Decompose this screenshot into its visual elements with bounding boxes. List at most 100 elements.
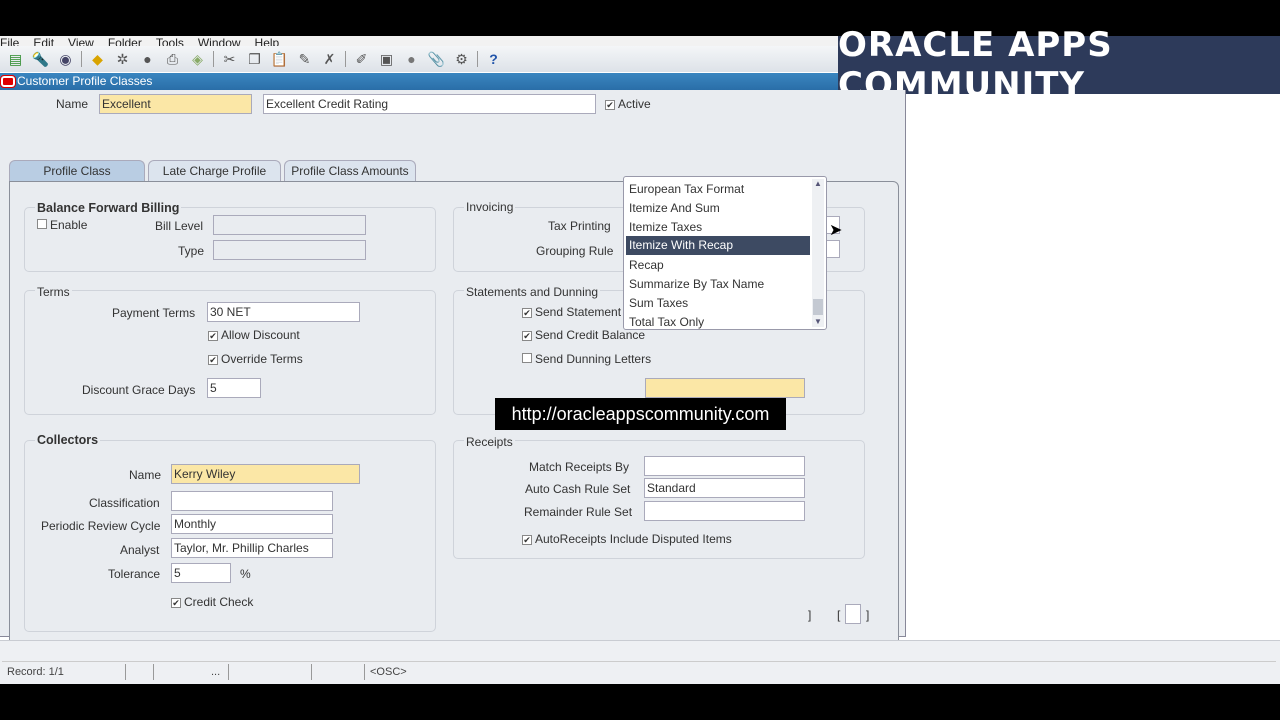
scroll-up-icon[interactable]: ▲ [814,179,822,188]
divider [153,664,154,680]
checkbox-checked-icon: ✔ [208,355,218,365]
divider [311,664,312,680]
tolerance-label: Tolerance [108,567,161,581]
tax-printing-dropdown[interactable]: European Tax Format Itemize And Sum Item… [623,176,827,330]
scrollbar-thumb[interactable] [813,299,823,315]
periodic-review-cycle-label: Periodic Review Cycle [41,519,161,533]
descriptive-flexfield-bracket: [ [837,608,841,622]
scroll-down-icon[interactable]: ▼ [814,317,822,326]
terms-title: Terms [35,285,72,299]
edit-field-icon[interactable]: ✐ [352,50,371,69]
payment-terms-field[interactable]: 30 NET [207,302,360,322]
send-statement-label: Send Statement [535,305,622,319]
copy-icon[interactable]: ❐ [245,50,264,69]
analyst-field[interactable]: Taylor, Mr. Phillip Charles [171,538,333,558]
form-canvas: Name Excellent Excellent Credit Rating ✔… [0,90,906,656]
enable-checkbox[interactable]: Enable [37,218,87,232]
paste-icon[interactable]: 📋 [270,50,289,69]
status-bar: Record: 1/1 ... <OSC> [0,640,1280,684]
menu-window[interactable]: Window [198,36,241,46]
menu-tools[interactable]: Tools [156,36,184,46]
divider [364,664,365,680]
dropdown-option[interactable]: Itemize Taxes [626,218,810,237]
tolerance-field[interactable]: 5 [171,563,231,583]
clear-record-icon[interactable]: ✎ [295,50,314,69]
tab-profile-class[interactable]: Profile Class [9,160,145,183]
tab-profile-class-amounts[interactable]: Profile Class Amounts [284,160,416,182]
menu-file[interactable]: File [0,36,19,46]
record-count: Record: 1/1 [7,666,64,678]
zoom-icon[interactable]: ▣ [377,50,396,69]
separator [213,51,214,67]
remainder-rule-set-field[interactable] [644,501,805,521]
checkbox-checked-icon: ✔ [605,100,615,110]
switch-responsibility-icon[interactable]: ● [138,50,157,69]
collector-name-field[interactable]: Kerry Wiley [171,464,360,484]
delete-record-icon[interactable]: ✗ [320,50,339,69]
percent-label: % [240,567,251,581]
send-dunning-letters-checkbox[interactable]: Send Dunning Letters [522,352,651,366]
bill-level-field[interactable] [213,215,366,235]
name-label: Name [56,97,89,111]
new-icon[interactable]: ▤ [6,50,25,69]
menu-help[interactable]: Help [255,36,280,46]
find-icon[interactable]: 🔦 [31,50,50,69]
status-ellipsis: ... [211,666,221,678]
menu-folder[interactable]: Folder [108,36,142,46]
dropdown-option-selected[interactable]: Itemize With Recap [626,236,810,255]
print-icon[interactable]: ⎙ [163,50,182,69]
send-statement-checkbox[interactable]: ✔ Send Statement [522,305,621,319]
grouping-rule-field[interactable] [826,240,840,258]
translations-icon[interactable]: ● [402,50,421,69]
checkbox-checked-icon: ✔ [522,308,532,318]
dropdown-option[interactable]: Recap [626,256,810,275]
match-receipts-by-field[interactable] [644,456,805,476]
next-step-icon[interactable]: ✲ [113,50,132,69]
dropdown-option[interactable]: Sum Taxes [626,294,810,313]
type-field[interactable] [213,240,366,260]
active-label: Active [618,97,651,111]
dropdown-option[interactable]: European Tax Format [626,180,810,199]
cut-icon[interactable]: ✂ [220,50,239,69]
tab-late-charge-profile[interactable]: Late Charge Profile [148,160,281,182]
menu-edit[interactable]: Edit [33,36,54,46]
channel-banner: ORACLE APPS COMMUNITY [838,25,1280,105]
active-checkbox[interactable]: ✔ Active [605,97,651,111]
help-icon[interactable]: ? [484,50,503,69]
dropdown-option[interactable]: Total Tax Only [626,313,810,332]
match-receipts-by-label: Match Receipts By [529,460,630,474]
autoreceipts-disputed-checkbox[interactable]: ✔ AutoReceipts Include Disputed Items [522,532,732,546]
dropdown-option[interactable]: Summarize By Tax Name [626,275,810,294]
divider [228,664,229,680]
url-overlay: http://oracleappscommunity.com [495,398,786,430]
menu-view[interactable]: View [68,36,94,46]
profile-name-field[interactable]: Excellent [99,94,252,114]
descriptive-flexfield-bracket: ] [808,608,812,622]
auto-cash-rule-set-field[interactable]: Standard [644,478,805,498]
descriptive-flexfield[interactable] [845,604,861,624]
discount-grace-days-field[interactable]: 5 [207,378,261,398]
close-form-icon[interactable]: ◈ [188,50,207,69]
checkbox-checked-icon: ✔ [522,535,532,545]
collector-name-label: Name [129,468,162,482]
allow-discount-label: Allow Discount [221,328,300,342]
separator [345,51,346,67]
periodic-review-cycle-field[interactable]: Monthly [171,514,333,534]
mouse-cursor-icon: ➤ [829,222,843,239]
override-terms-checkbox[interactable]: ✔ Override Terms [208,352,303,366]
credit-check-checkbox[interactable]: ✔ Credit Check [171,595,253,609]
credit-check-label: Credit Check [184,595,254,609]
classification-field[interactable] [171,491,333,511]
checkbox-unchecked-icon [37,219,47,229]
save-icon[interactable]: ◆ [88,50,107,69]
dunning-letter-set-field[interactable] [645,378,805,398]
description-field[interactable]: Excellent Credit Rating [263,94,596,114]
collectors-title: Collectors [35,433,101,447]
allow-discount-checkbox[interactable]: ✔ Allow Discount [208,328,300,342]
folder-tools-icon[interactable]: ⚙ [452,50,471,69]
dropdown-scrollbar[interactable]: ▲ ▼ [812,179,824,327]
grouping-rule-label: Grouping Rule [536,244,614,258]
dropdown-option[interactable]: Itemize And Sum [626,199,810,218]
navigator-icon[interactable]: ◉ [56,50,75,69]
attachments-icon[interactable]: 📎 [427,50,446,69]
